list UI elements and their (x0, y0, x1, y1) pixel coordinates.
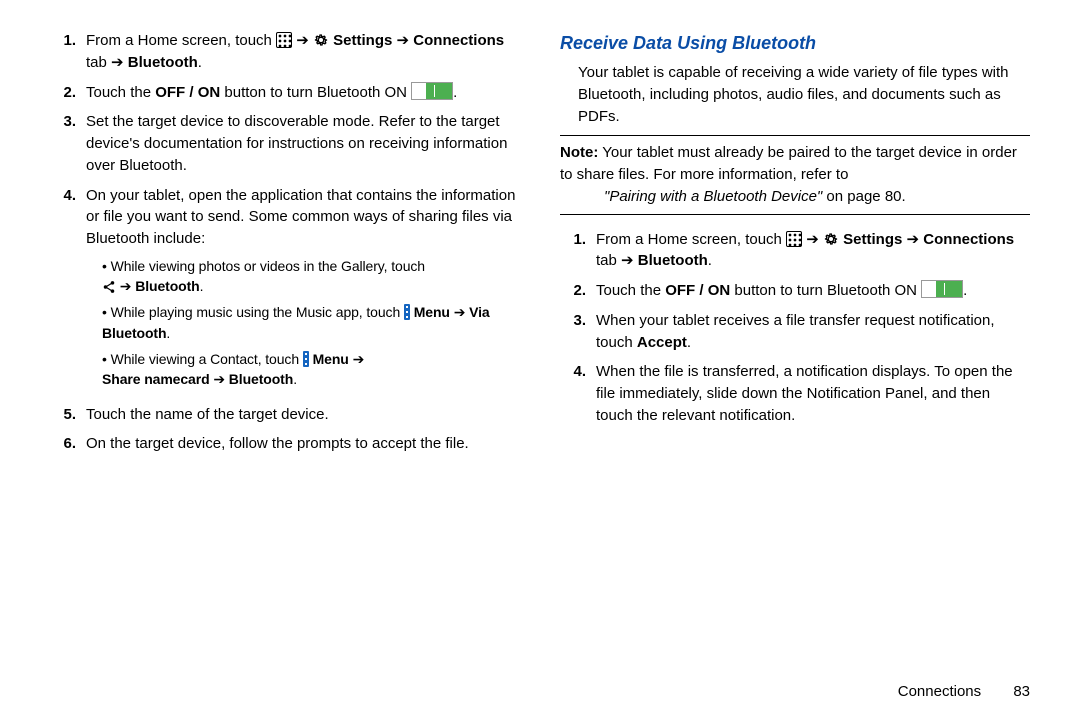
step-body: From a Home screen, touch Settings Conne… (86, 30, 520, 74)
step-body: When your tablet receives a file transfe… (596, 310, 1030, 354)
step-body: Touch the name of the target device. (86, 404, 520, 426)
share-icon (102, 280, 116, 294)
arrow-icon (353, 351, 365, 367)
right-steps: 1. From a Home screen, touch Settings Co… (560, 229, 1030, 427)
note-label: Note: (560, 144, 598, 161)
list-item: 2. Touch the OFF / ON button to turn Blu… (50, 82, 520, 104)
step-body: When the file is transferred, a notifica… (596, 361, 1030, 426)
list-item: 1. From a Home screen, touch Settings Co… (560, 229, 1030, 273)
step-body: Touch the OFF / ON button to turn Blueto… (86, 82, 520, 104)
arrow-icon (120, 278, 135, 294)
list-item: 6. On the target device, follow the prom… (50, 433, 520, 455)
step-number: 1. (560, 229, 596, 273)
list-item: 2. Touch the OFF / ON button to turn Blu… (560, 280, 1030, 302)
step-number: 5. (50, 404, 86, 426)
footer-section: Connections (898, 683, 981, 700)
footer-page-number: 83 (1013, 683, 1030, 700)
arrow-icon (454, 304, 469, 320)
page-footer: Connections 83 (50, 673, 1030, 700)
list-item: 3. Set the target device to discoverable… (50, 111, 520, 176)
right-column: Receive Data Using Bluetooth Your tablet… (560, 30, 1030, 673)
step-body: On the target device, follow the prompts… (86, 433, 520, 455)
menu-icon (303, 351, 309, 367)
sub-list-item: While viewing photos or videos in the Ga… (102, 256, 520, 297)
list-item: 5. Touch the name of the target device. (50, 404, 520, 426)
list-item: 4. On your tablet, open the application … (50, 185, 520, 396)
left-steps: 1. From a Home screen, touch Settings Co… (50, 30, 520, 455)
list-item: 1. From a Home screen, touch Settings Co… (50, 30, 520, 74)
page: 1. From a Home screen, touch Settings Co… (0, 0, 1080, 720)
settings-icon (823, 231, 839, 247)
arrow-icon (806, 231, 823, 248)
apps-icon (276, 32, 292, 48)
intro-paragraph: Your tablet is capable of receiving a wi… (560, 62, 1030, 127)
arrow-icon (213, 371, 228, 387)
step-body: Set the target device to discoverable mo… (86, 111, 520, 176)
list-item: 3. When your tablet receives a file tran… (560, 310, 1030, 354)
step-number: 6. (50, 433, 86, 455)
arrow-icon (111, 54, 128, 71)
step-body: Touch the OFF / ON button to turn Blueto… (596, 280, 1030, 302)
sub-list: While viewing photos or videos in the Ga… (86, 256, 520, 390)
step-body: On your tablet, open the application tha… (86, 185, 520, 396)
step-number: 4. (560, 361, 596, 426)
list-item: 4. When the file is transferred, a notif… (560, 361, 1030, 426)
arrow-icon (397, 32, 414, 49)
step-number: 2. (50, 82, 86, 104)
arrow-icon (907, 231, 924, 248)
apps-icon (786, 231, 802, 247)
note-block: Note: Your tablet must already be paired… (560, 135, 1030, 214)
sub-list-item: While viewing a Contact, touch Menu Shar… (102, 349, 520, 390)
arrow-icon (621, 252, 638, 269)
step-number: 2. (560, 280, 596, 302)
toggle-on-icon (411, 82, 453, 100)
columns: 1. From a Home screen, touch Settings Co… (50, 30, 1030, 673)
left-column: 1. From a Home screen, touch Settings Co… (50, 30, 520, 673)
step-body: From a Home screen, touch Settings Conne… (596, 229, 1030, 273)
section-heading: Receive Data Using Bluetooth (560, 30, 1030, 56)
arrow-icon (296, 32, 313, 49)
toggle-on-icon (921, 280, 963, 298)
sub-list-item: While playing music using the Music app,… (102, 302, 520, 343)
note-reference: "Pairing with a Bluetooth Device" (604, 188, 822, 205)
step-number: 3. (50, 111, 86, 176)
settings-icon (313, 32, 329, 48)
step-number: 4. (50, 185, 86, 396)
step-number: 3. (560, 310, 596, 354)
menu-icon (404, 304, 410, 320)
step-number: 1. (50, 30, 86, 74)
